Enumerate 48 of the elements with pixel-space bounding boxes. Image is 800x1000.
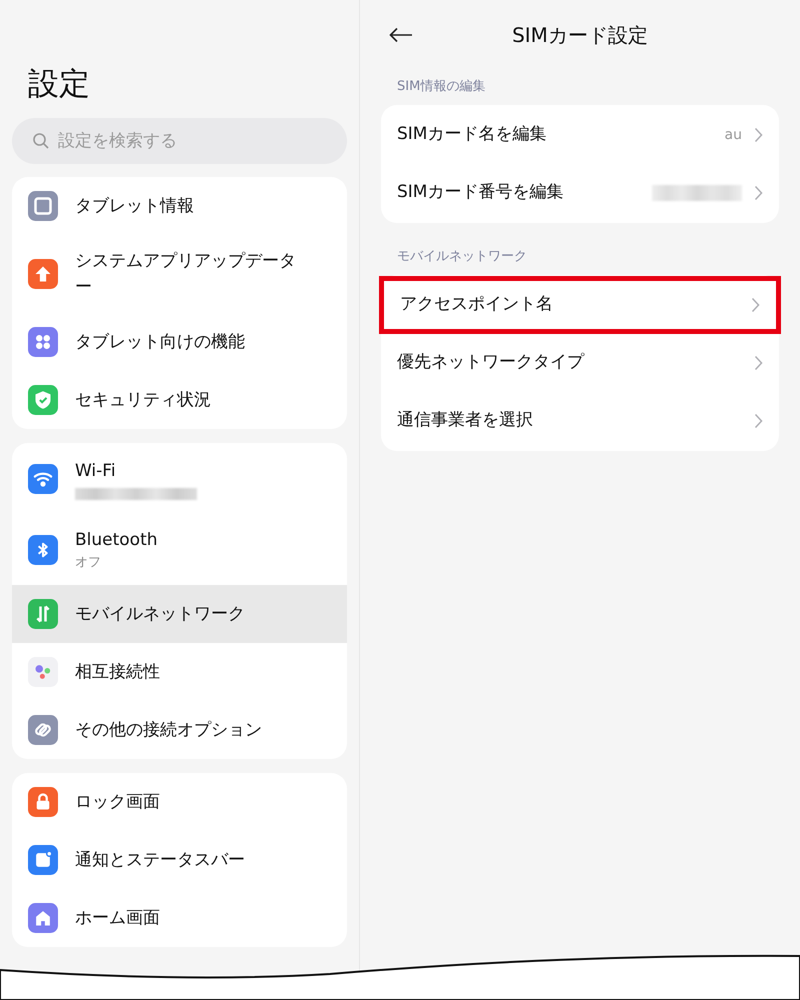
row-label: 優先ネットワークタイプ bbox=[397, 351, 586, 374]
settings-item[interactable]: ロック画面 bbox=[12, 773, 347, 831]
row-label: アクセスポイント名 bbox=[400, 293, 554, 316]
item-label: ホーム画面 bbox=[75, 907, 161, 930]
settings-row[interactable]: アクセスポイント名 bbox=[379, 276, 781, 334]
settings-item[interactable]: タブレット向けの機能 bbox=[12, 313, 347, 371]
search-field[interactable]: 設定を検索する bbox=[12, 118, 347, 164]
settings-item[interactable]: Wi-Fi bbox=[12, 443, 347, 514]
row-label: SIMカード名を編集 bbox=[397, 123, 548, 146]
row-label: SIMカード番号を編集 bbox=[397, 181, 564, 204]
settings-item[interactable]: その他の接続オプション bbox=[12, 701, 347, 759]
settings-row[interactable]: 優先ネットワークタイプ bbox=[381, 334, 779, 392]
chevron-icon bbox=[751, 297, 760, 313]
item-label: モバイルネットワーク bbox=[75, 603, 246, 626]
back-arrow-icon[interactable] bbox=[389, 27, 413, 43]
settings-item[interactable]: モバイルネットワーク bbox=[12, 585, 347, 643]
settings-item[interactable]: 通知とステータスバー bbox=[12, 831, 347, 889]
section-heading: モバイルネットワーク bbox=[397, 248, 528, 266]
search-icon bbox=[32, 132, 50, 150]
item-label: Wi-Fi bbox=[75, 460, 117, 482]
item-label: セキュリティ状況 bbox=[75, 389, 212, 412]
item-label: システムアプリアップデーター bbox=[75, 250, 297, 299]
page-title: 設定 bbox=[28, 65, 91, 104]
chevron-icon bbox=[754, 413, 763, 429]
settings-item[interactable]: タブレット情報 bbox=[12, 177, 347, 235]
settings-row[interactable]: SIMカード番号を編集 bbox=[381, 164, 779, 222]
row-value: au bbox=[724, 126, 742, 144]
item-label: タブレット情報 bbox=[75, 195, 195, 218]
page-title: SIMカード設定 bbox=[512, 22, 648, 49]
row-label: 通信事業者を選択 bbox=[397, 409, 534, 432]
item-label: タブレット向けの機能 bbox=[75, 331, 246, 354]
settings-item[interactable]: ホーム画面 bbox=[12, 889, 347, 947]
item-status: オフ bbox=[75, 554, 102, 572]
settings-item[interactable]: セキュリティ状況 bbox=[12, 371, 347, 429]
settings-row[interactable]: SIMカード名を編集 au bbox=[381, 106, 779, 164]
settings-item[interactable]: システムアプリアップデーター bbox=[12, 235, 347, 313]
settings-item[interactable]: 相互接続性 bbox=[12, 643, 347, 701]
item-label: ロック画面 bbox=[75, 791, 161, 814]
item-label: 通知とステータスバー bbox=[75, 849, 246, 872]
chevron-icon bbox=[754, 355, 763, 371]
settings-item[interactable]: Bluetooth オフ bbox=[12, 514, 347, 585]
item-label: その他の接続オプション bbox=[75, 719, 263, 742]
chevron-icon bbox=[754, 127, 763, 143]
chevron-icon bbox=[754, 185, 763, 201]
section-heading: SIM情報の編集 bbox=[397, 78, 486, 96]
item-label: Bluetooth bbox=[75, 528, 159, 552]
item-label: 相互接続性 bbox=[75, 661, 161, 684]
settings-row[interactable]: 通信事業者を選択 bbox=[381, 392, 779, 450]
